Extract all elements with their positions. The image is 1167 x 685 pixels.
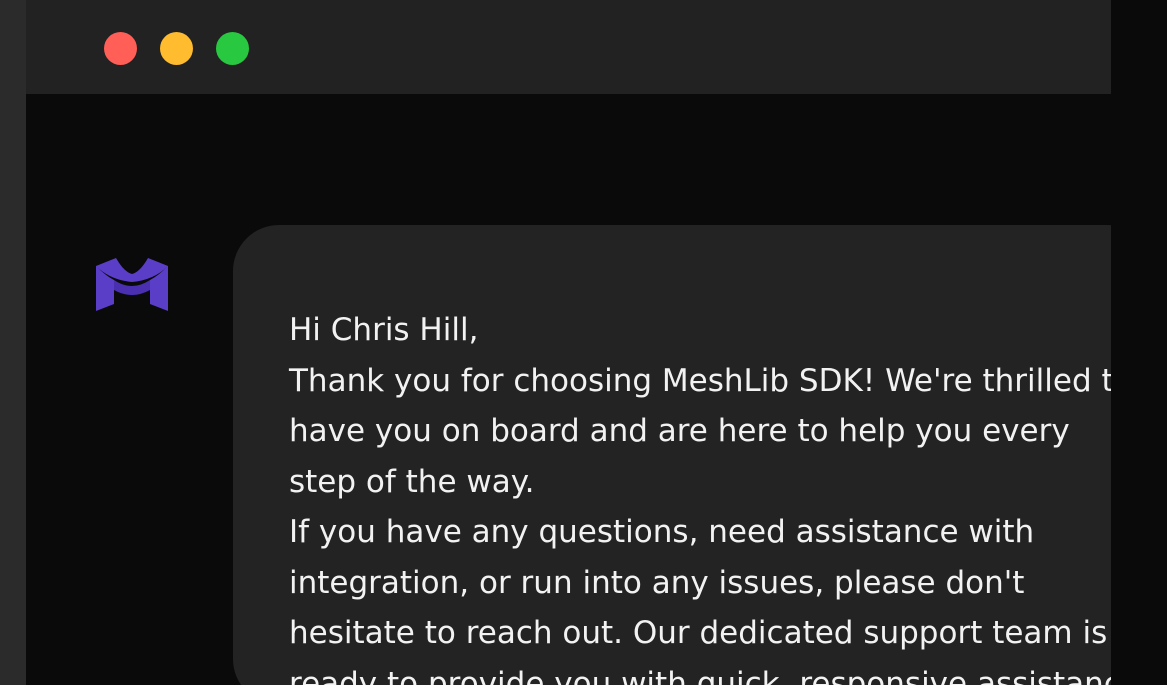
- message-line: integration, or run into any issues, ple…: [289, 564, 1025, 601]
- message-line: have you on board and are here to help y…: [289, 413, 1070, 449]
- app-window: Hi Chris Hill, Thank you for choosing Me…: [26, 0, 1111, 685]
- screen-background: Hi Chris Hill, Thank you for choosing Me…: [0, 0, 1167, 685]
- message-bubble: Hi Chris Hill, Thank you for choosing Me…: [233, 225, 1111, 685]
- message-line: If you have any questions, need assistan…: [289, 514, 1035, 550]
- logo-arch-shape: [114, 280, 150, 295]
- message-line: ready to provide you with quick, respons…: [289, 665, 1111, 685]
- window-titlebar: [26, 0, 1111, 94]
- maximize-window-button[interactable]: [216, 32, 249, 65]
- message-line: Thank you for choosing MeshLib SDK! We'r…: [289, 362, 1111, 399]
- minimize-window-button[interactable]: [160, 32, 193, 65]
- message-line: Hi Chris Hill,: [289, 312, 479, 348]
- message-text: Hi Chris Hill, Thank you for choosing Me…: [289, 305, 1111, 685]
- message-line: hesitate to reach out. Our dedicated sup…: [289, 615, 1108, 651]
- background-strip: [1111, 0, 1167, 685]
- meshlib-logo-icon: [96, 258, 168, 312]
- message-line: step of the way.: [289, 463, 535, 500]
- close-window-button[interactable]: [104, 32, 137, 65]
